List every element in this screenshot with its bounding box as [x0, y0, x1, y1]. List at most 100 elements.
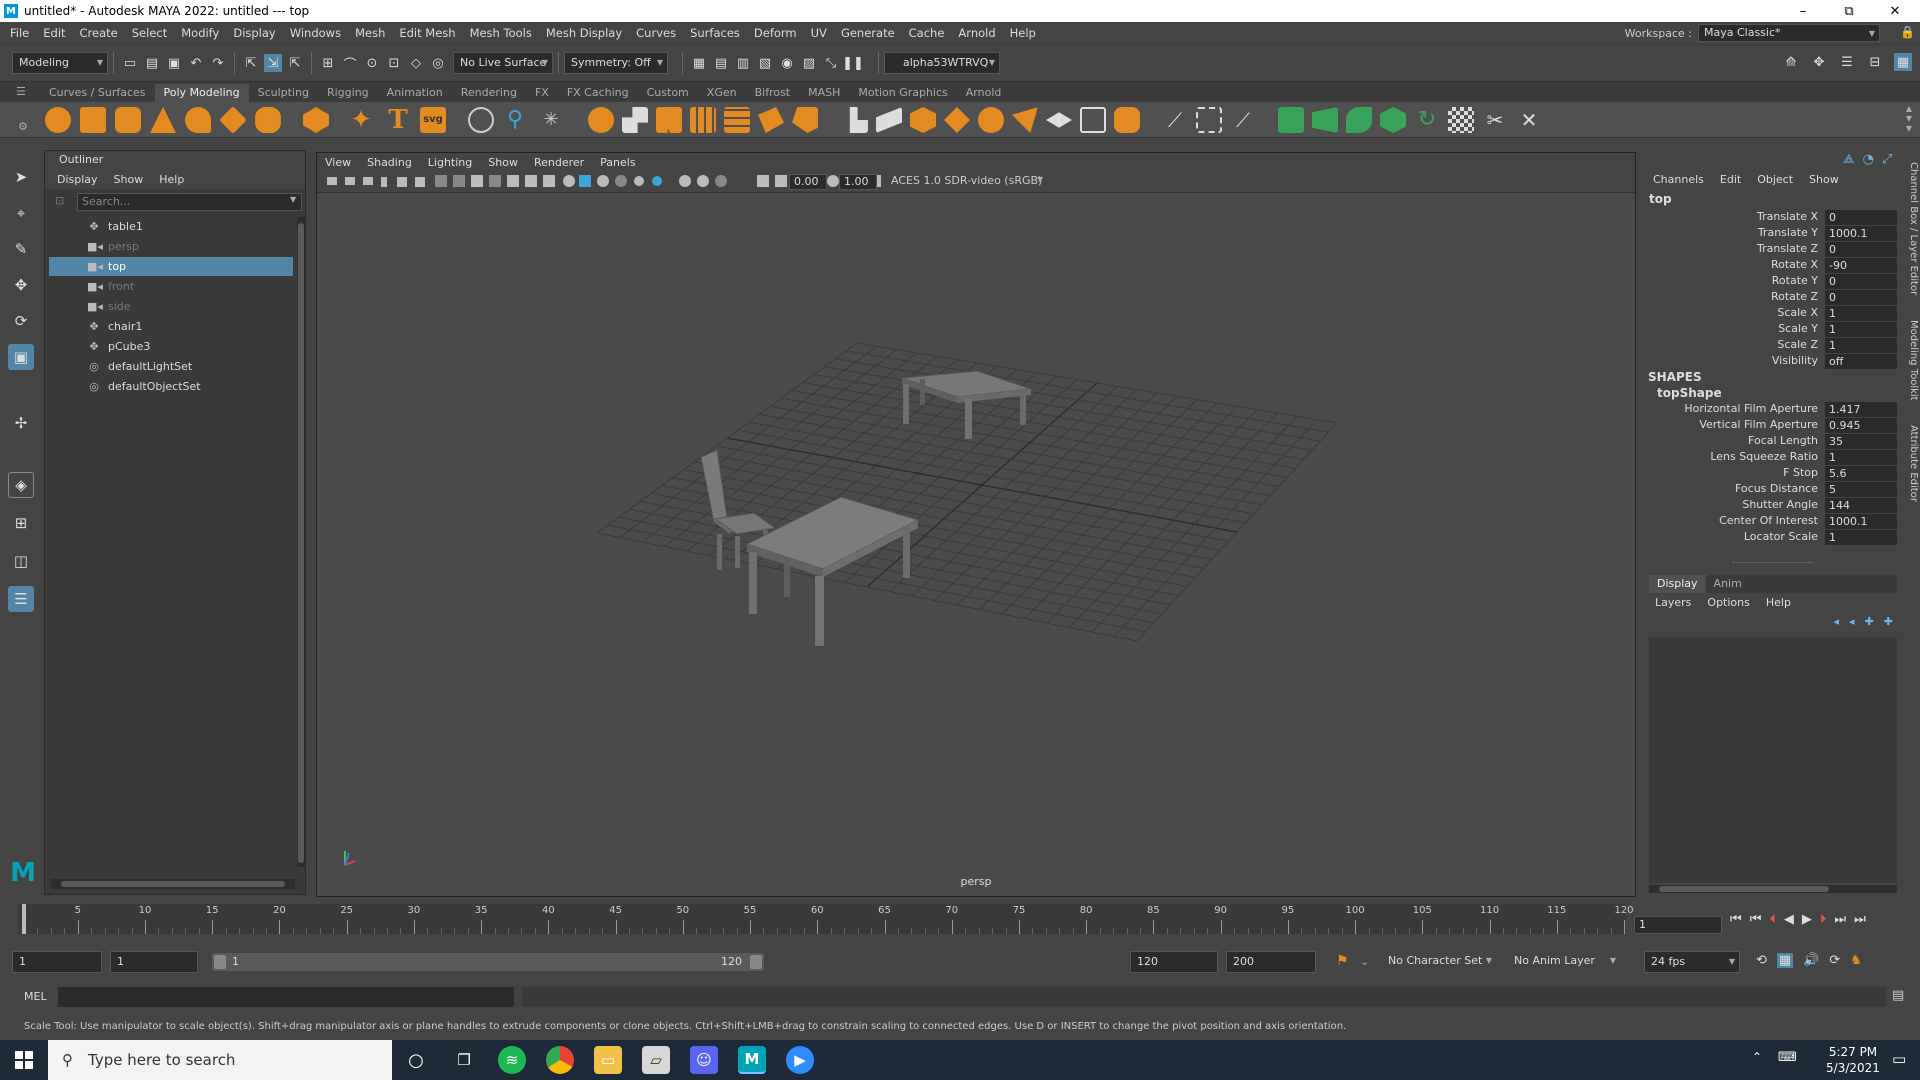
move-tool-icon[interactable]: ✥	[8, 272, 34, 298]
current-frame-field[interactable]: 1	[1634, 916, 1722, 934]
poke-icon[interactable]	[1012, 107, 1038, 133]
extrude-icon[interactable]	[849, 107, 868, 133]
modeling-toolkit-icon[interactable]: ⟰	[1782, 53, 1800, 71]
far-clip-field[interactable]: 1.00	[839, 174, 877, 190]
step-back-key-icon[interactable]: ⏮	[1750, 912, 1762, 927]
outliner-item-side[interactable]: ■◂ side	[49, 297, 293, 316]
select-component-icon[interactable]: ⇱	[286, 54, 304, 72]
poly-disc-icon[interactable]	[255, 107, 281, 133]
script-editor-icon[interactable]: ▤	[1892, 988, 1904, 1003]
layer-tab-anim[interactable]: Anim	[1706, 575, 1750, 593]
playback-range-bar[interactable]: 1 120	[212, 953, 764, 971]
attr-value[interactable]: 0	[1825, 290, 1897, 305]
menu-modify[interactable]: Modify	[174, 26, 226, 40]
outliner-item-table1[interactable]: ✥ table1	[49, 217, 293, 236]
attr-value[interactable]: 1.417	[1825, 402, 1897, 417]
uv-unfold-icon[interactable]: ↻	[1414, 107, 1440, 133]
outliner-menu-display[interactable]: Display	[57, 173, 98, 186]
four-view-layout-icon[interactable]: ⊞	[8, 510, 34, 536]
current-time-indicator[interactable]	[22, 904, 26, 934]
workspace-dropdown[interactable]: Maya Classic*	[1698, 24, 1880, 42]
extract-icon[interactable]	[656, 107, 682, 133]
layers-menu[interactable]: Layers	[1655, 596, 1691, 609]
file-explorer-icon[interactable]: ▭	[594, 1046, 622, 1074]
outliner-horizontal-scrollbar[interactable]	[51, 879, 295, 889]
menu-uv[interactable]: UV	[804, 26, 834, 40]
attr-value[interactable]: 0	[1825, 210, 1897, 225]
attr-value[interactable]: 1	[1825, 322, 1897, 337]
menu-arnold[interactable]: Arnold	[951, 26, 1002, 40]
menu-generate[interactable]: Generate	[834, 26, 902, 40]
menu-edit-mesh[interactable]: Edit Mesh	[392, 26, 462, 40]
viewport-menu-shading[interactable]: Shading	[367, 156, 412, 169]
viewport-menu-show[interactable]: Show	[488, 156, 518, 169]
outliner-search-dropdown-icon[interactable]: ▼	[290, 195, 296, 204]
pause-icon[interactable]: ❚❚	[842, 54, 864, 72]
animation-start-field[interactable]: 1	[12, 951, 102, 973]
menu-create[interactable]: Create	[73, 26, 125, 40]
shelf-tab-animation[interactable]: Animation	[378, 84, 452, 102]
menu-windows[interactable]: Windows	[283, 26, 348, 40]
fps-dropdown[interactable]: 24 fps	[1644, 951, 1740, 973]
outliner-item-top[interactable]: ■◂ top	[49, 257, 293, 276]
attr-rotate-y[interactable]: Rotate Y 0	[1643, 274, 1898, 290]
outliner-item-defaultobjectset[interactable]: ◎ defaultObjectSet	[49, 377, 293, 396]
shelf-settings-icon[interactable]: ⚙	[18, 120, 28, 133]
attr-value[interactable]: 5.6	[1825, 466, 1897, 481]
shelf-tab-poly-modeling[interactable]: Poly Modeling	[154, 84, 249, 102]
animation-end-field[interactable]: 200	[1226, 951, 1316, 973]
attr-focal-length[interactable]: Focal Length 35	[1643, 434, 1898, 450]
side-tab-modeling-toolkit[interactable]: Modeling Toolkit	[1906, 320, 1919, 401]
viewport-menu-panels[interactable]: Panels	[600, 156, 635, 169]
cache-playback-icon[interactable]: ▦	[1776, 953, 1794, 968]
taskbar-search-box[interactable]: Type here to search	[48, 1040, 392, 1080]
attr-lens-squeeze-ratio[interactable]: Lens Squeeze Ratio 1	[1643, 450, 1898, 466]
shelf-tab-arnold[interactable]: Arnold	[957, 84, 1011, 102]
task-view-icon[interactable]: ❐	[450, 1046, 478, 1074]
attr-rotate-x[interactable]: Rotate X -90	[1643, 258, 1898, 274]
attr-value[interactable]: 1000.1	[1825, 514, 1897, 529]
poly-plane-icon[interactable]	[219, 106, 247, 134]
snap-curve-icon[interactable]: ⌒	[341, 54, 359, 73]
last-tool-icon[interactable]: ✢	[8, 410, 34, 436]
two-view-layout-icon[interactable]: ◫	[8, 548, 34, 574]
minimize-button[interactable]: –	[1780, 0, 1826, 22]
viewport-menu-renderer[interactable]: Renderer	[534, 156, 584, 169]
time-ruler[interactable]: 1510152025303540455055606570758085909510…	[18, 904, 1634, 934]
attr-translate-y[interactable]: Translate Y 1000.1	[1643, 226, 1898, 242]
channel-box-layer-icon[interactable]: ⟁	[1843, 152, 1855, 167]
shape-name[interactable]: topShape	[1657, 386, 1722, 400]
notifications-icon[interactable]: ▭	[1892, 1050, 1906, 1068]
sound-icon[interactable]: 🔊	[1803, 953, 1819, 968]
step-forward-key-icon[interactable]: ⏭	[1834, 912, 1846, 927]
attr-value[interactable]: 144	[1825, 498, 1897, 513]
uv-cut-icon[interactable]: ✂	[1482, 107, 1508, 133]
live-surface-field[interactable]: No Live Surface	[453, 52, 553, 74]
new-layer-selected-icon[interactable]: ✚	[1884, 615, 1893, 628]
arnold-render-icon[interactable]: ▨	[800, 54, 818, 72]
layer-help-menu[interactable]: Help	[1766, 596, 1791, 609]
viewport-menu-lighting[interactable]: Lighting	[428, 156, 472, 169]
color-space-dropdown[interactable]: ACES 1.0 SDR-video (sRGB)	[887, 174, 1047, 190]
snap-view-icon[interactable]: ⊡	[385, 54, 403, 72]
render-frame-icon[interactable]: ▤	[712, 54, 730, 72]
poly-cylinder-icon[interactable]	[115, 107, 141, 133]
outliner-item-chair1[interactable]: ✥ chair1	[49, 317, 293, 336]
attr-visibility[interactable]: Visibility off	[1643, 354, 1898, 370]
tray-chevron-icon[interactable]: ⌃	[1752, 1050, 1762, 1064]
remesh-icon[interactable]	[792, 107, 818, 133]
outliner-menu-help[interactable]: Help	[159, 173, 184, 186]
object-menu[interactable]: Object	[1757, 173, 1793, 186]
shelf-tab-rigging[interactable]: Rigging	[318, 84, 378, 102]
animation-prefs-icon[interactable]: ⟳	[1829, 953, 1840, 968]
character-rig-icon[interactable]: ♞	[1850, 953, 1862, 968]
windows-start-button[interactable]	[0, 1040, 48, 1080]
side-tab-attribute-editor[interactable]: Attribute Editor	[1906, 425, 1919, 502]
options-menu[interactable]: Options	[1707, 596, 1749, 609]
menu-mesh-display[interactable]: Mesh Display	[539, 26, 629, 40]
side-tab-channel-box[interactable]: Channel Box / Layer Editor	[1906, 162, 1919, 295]
edit-menu[interactable]: Edit	[1720, 173, 1741, 186]
sculpt-relax-icon[interactable]	[468, 107, 494, 133]
snap-grid-icon[interactable]: ⊞	[319, 54, 337, 72]
menu-mesh[interactable]: Mesh	[348, 26, 392, 40]
